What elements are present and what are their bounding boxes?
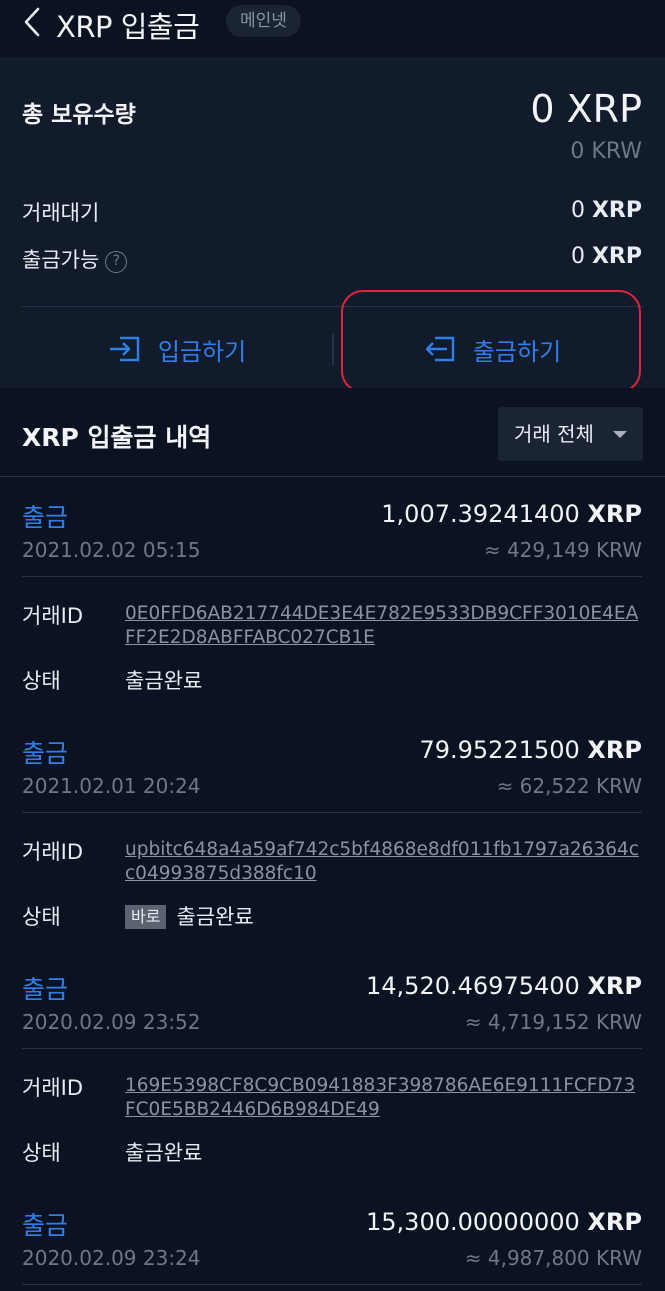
tx-amount: 15,300.00000000 XRP — [366, 1208, 642, 1236]
total-holdings-label: 총 보유수량 — [22, 102, 136, 128]
network-badge: 메인넷 — [226, 5, 301, 37]
deposit-label: 입금하기 — [157, 337, 247, 366]
transaction-item[interactable]: 출금 2021.02.01 20:24 79.95221500 XRP ≈ 62… — [0, 714, 665, 951]
withdrawable-unit: XRP — [591, 244, 642, 269]
divider — [22, 576, 642, 577]
divider — [22, 1048, 642, 1049]
tx-id-label: 거래ID — [22, 604, 84, 628]
history-header: XRP 입출금 내역 거래 전체 — [0, 388, 665, 477]
tx-date: 2020.02.09 23:24 — [22, 1246, 201, 1270]
tx-amount-unit: XRP — [587, 972, 642, 1000]
tx-amount-unit: XRP — [587, 1208, 642, 1236]
tx-id-link[interactable]: 0E0FFD6AB217744DE3E4E782E9533DB9CFF3010E… — [125, 602, 645, 650]
tx-status-text: 출금완료 — [176, 905, 254, 929]
withdrawable-value: 0 XRP — [571, 244, 642, 269]
pending-number: 0 — [570, 198, 585, 223]
tx-date: 2020.02.09 23:52 — [22, 1010, 201, 1034]
tx-krw: ≈ 429,149 KRW — [483, 538, 642, 562]
divider — [22, 812, 642, 813]
tx-date: 2021.02.01 20:24 — [22, 774, 201, 798]
tx-type: 출금 — [22, 503, 69, 532]
top-bar: XRP 입출금 메인넷 — [0, 0, 665, 50]
withdraw-highlight-outline — [341, 290, 641, 393]
tx-date: 2021.02.02 05:15 — [22, 538, 201, 562]
caret-down-icon — [613, 431, 627, 438]
back-button[interactable] — [20, 4, 50, 40]
chevron-left-icon — [24, 7, 40, 37]
tx-type: 출금 — [22, 739, 69, 768]
total-holdings-amount: 0 XRP — [530, 87, 642, 131]
filter-label: 거래 전체 — [514, 422, 594, 446]
pending-unit: XRP — [591, 198, 642, 223]
tx-krw: ≈ 62,522 KRW — [496, 774, 642, 798]
history-filter-dropdown[interactable]: 거래 전체 — [498, 407, 643, 461]
tx-id-label: 거래ID — [22, 840, 84, 864]
withdrawable-label: 출금가능 — [22, 248, 100, 272]
tx-amount: 79.95221500 XRP — [419, 736, 642, 764]
tx-krw: ≈ 4,719,152 KRW — [464, 1010, 642, 1034]
deposit-button[interactable]: 입금하기 — [22, 319, 332, 379]
tx-krw: ≈ 4,987,800 KRW — [464, 1246, 642, 1270]
transaction-item[interactable]: 출금 2020.02.09 23:24 15,300.00000000 XRP … — [0, 1186, 665, 1291]
pending-value: 0 XRP — [571, 198, 642, 223]
tx-status-label: 상태 — [22, 905, 61, 929]
tx-amount-value: 14,520.46975400 — [366, 972, 580, 1000]
tx-status: 출금완료 — [125, 1141, 203, 1165]
instant-badge: 바로 — [125, 905, 167, 929]
deposit-icon — [109, 336, 140, 362]
tx-id-label: 거래ID — [22, 1076, 84, 1100]
tx-type: 출금 — [22, 1211, 69, 1240]
withdrawable-number: 0 — [570, 244, 585, 269]
page-title: XRP 입출금 — [56, 10, 200, 44]
tx-type: 출금 — [22, 975, 69, 1004]
tx-status: 바로 출금완료 — [125, 901, 254, 931]
help-icon[interactable]: ? — [105, 251, 128, 273]
button-separator — [332, 333, 334, 365]
tx-id-link[interactable]: 169E5398CF8C9CB0941883F398786AE6E9111FCF… — [125, 1074, 645, 1122]
tx-amount: 1,007.39241400 XRP — [381, 500, 642, 528]
withdrawable-row-label: 출금가능? — [22, 244, 128, 274]
tx-amount-unit: XRP — [587, 500, 642, 528]
divider — [22, 1284, 642, 1285]
history-title: XRP 입출금 내역 — [22, 423, 212, 452]
tx-status-label: 상태 — [22, 1141, 61, 1165]
tx-amount-value: 1,007.39241400 — [381, 500, 580, 528]
tx-status: 출금완료 — [125, 669, 203, 693]
tx-amount: 14,520.46975400 XRP — [366, 972, 642, 1000]
total-holdings-krw: 0 KRW — [570, 139, 642, 164]
tx-id-link[interactable]: upbitc648a4a59af742c5bf4868e8df011fb1797… — [125, 838, 645, 886]
transaction-item[interactable]: 출금 2021.02.02 05:15 1,007.39241400 XRP ≈… — [0, 478, 665, 715]
tx-status-label: 상태 — [22, 669, 61, 693]
balance-summary: 총 보유수량 0 XRP 0 KRW 거래대기 0 XRP 출금가능? 0 XR… — [0, 57, 665, 393]
tx-amount-unit: XRP — [587, 736, 642, 764]
tx-amount-value: 15,300.00000000 — [366, 1208, 580, 1236]
transaction-item[interactable]: 출금 2020.02.09 23:52 14,520.46975400 XRP … — [0, 950, 665, 1187]
pending-label: 거래대기 — [22, 201, 100, 225]
tx-amount-value: 79.95221500 — [419, 736, 580, 764]
